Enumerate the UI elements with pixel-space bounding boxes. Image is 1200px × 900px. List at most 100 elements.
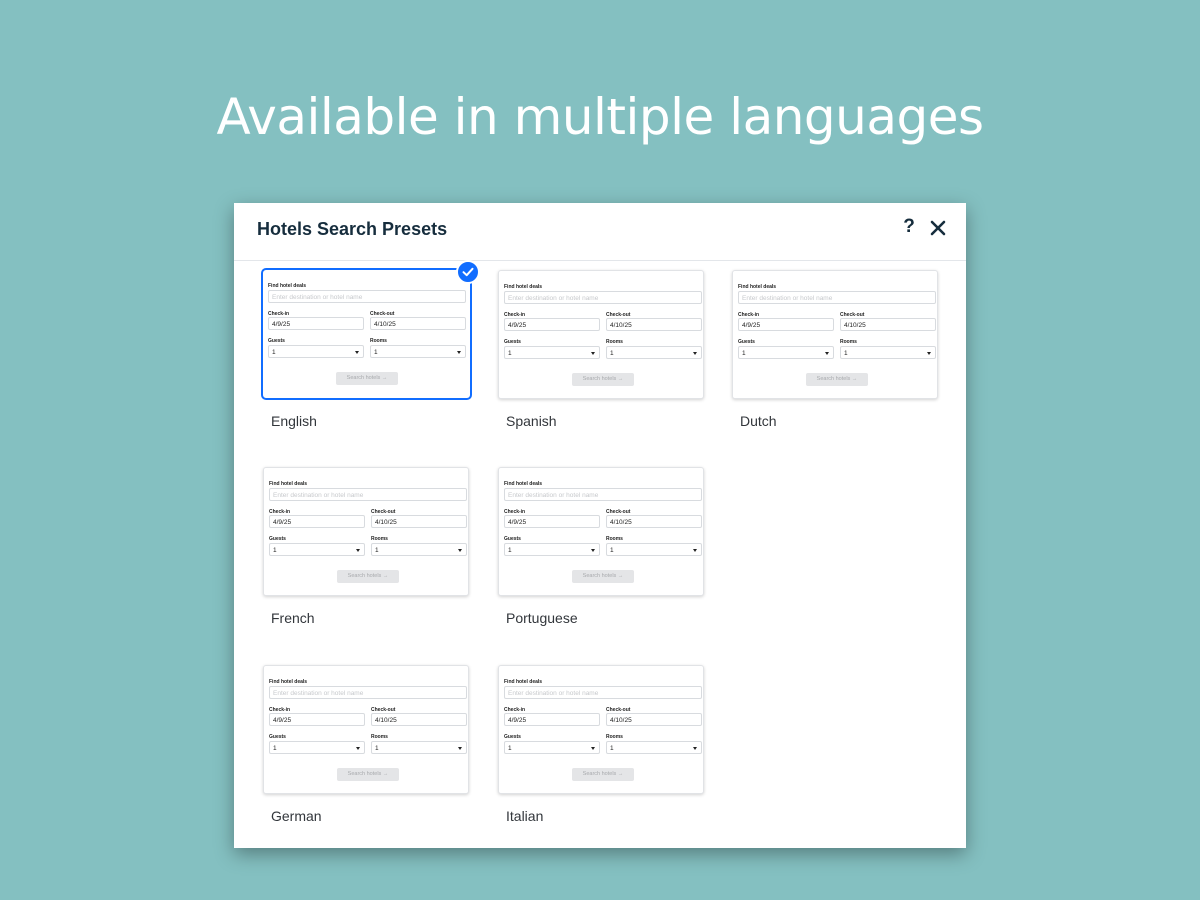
rooms-value: 1 [610, 547, 614, 554]
guests-value: 1 [272, 349, 276, 356]
preset-preview-card[interactable]: Find hotel deals Enter destination or ho… [498, 270, 704, 399]
find-deals-label: Find hotel deals [504, 679, 543, 685]
hotel-search-widget-preview: Find hotel deals Enter destination or ho… [503, 468, 702, 595]
guests-select: 1 [269, 543, 365, 556]
guests-value: 1 [508, 350, 512, 357]
guests-select: 1 [269, 741, 365, 754]
checkout-field: 4/10/25 [371, 713, 467, 726]
guests-select: 1 [268, 345, 364, 358]
preset-label[interactable]: French [271, 610, 315, 626]
guests-value: 1 [742, 350, 746, 357]
chevron-down-icon [457, 351, 461, 354]
search-hotels-button: Search hotels → [572, 768, 634, 781]
close-icon[interactable] [927, 217, 949, 239]
rooms-select: 1 [371, 543, 467, 556]
guests-select: 1 [738, 346, 834, 359]
preset-preview-card[interactable]: Find hotel deals Enter destination or ho… [498, 467, 704, 596]
hotel-search-widget-preview: Find hotel deals Enter destination or ho… [737, 271, 936, 398]
hotels-search-presets-modal: Hotels Search Presets ? Find hotel deals… [234, 203, 966, 848]
checkin-field: 4/9/25 [504, 515, 600, 528]
guests-label: Guests [269, 536, 286, 542]
checkout-field: 4/10/25 [606, 515, 702, 528]
preset-label[interactable]: German [271, 808, 322, 824]
rooms-select: 1 [606, 741, 702, 754]
guests-value: 1 [273, 547, 277, 554]
chevron-down-icon [458, 747, 462, 750]
guests-value: 1 [508, 745, 512, 752]
guests-label: Guests [504, 536, 521, 542]
preset-english[interactable]: Find hotel deals Enter destination or ho… [261, 260, 480, 429]
guests-label: Guests [269, 734, 286, 740]
search-hotels-button: Search hotels → [572, 570, 634, 583]
chevron-down-icon [591, 352, 595, 355]
preset-preview-card[interactable]: Find hotel deals Enter destination or ho… [263, 467, 469, 596]
guests-select: 1 [504, 543, 600, 556]
find-deals-label: Find hotel deals [269, 679, 308, 685]
find-deals-label: Find hotel deals [738, 284, 777, 290]
hotel-search-widget-preview: Find hotel deals Enter destination or ho… [267, 270, 466, 397]
find-deals-label: Find hotel deals [269, 481, 308, 487]
preset-label[interactable]: Spanish [506, 413, 557, 429]
destination-field: Enter destination or hotel name [269, 686, 467, 699]
preset-portuguese[interactable]: Find hotel deals Enter destination or ho… [498, 467, 704, 626]
help-icon[interactable]: ? [898, 216, 920, 242]
preset-preview-card[interactable]: Find hotel deals Enter destination or ho… [732, 270, 938, 399]
guests-value: 1 [508, 547, 512, 554]
destination-field: Enter destination or hotel name [738, 291, 936, 304]
rooms-label: Rooms [370, 338, 387, 344]
preset-spanish[interactable]: Find hotel deals Enter destination or ho… [498, 270, 704, 429]
chevron-down-icon [356, 549, 360, 552]
rooms-select: 1 [606, 346, 702, 359]
rooms-label: Rooms [606, 734, 623, 740]
preset-preview-card[interactable]: Find hotel deals Enter destination or ho… [263, 665, 469, 794]
preset-dutch[interactable]: Find hotel deals Enter destination or ho… [732, 270, 938, 429]
find-deals-label: Find hotel deals [268, 283, 307, 289]
preset-label[interactable]: Dutch [740, 413, 777, 429]
chevron-down-icon [825, 352, 829, 355]
checkin-field: 4/9/25 [504, 318, 600, 331]
rooms-label: Rooms [840, 339, 857, 345]
chevron-down-icon [458, 549, 462, 552]
chevron-down-icon [591, 549, 595, 552]
search-hotels-button: Search hotels → [336, 372, 398, 385]
preset-italian[interactable]: Find hotel deals Enter destination or ho… [498, 665, 704, 824]
preset-german[interactable]: Find hotel deals Enter destination or ho… [263, 665, 469, 824]
preset-label[interactable]: Italian [506, 808, 543, 824]
chevron-down-icon [356, 747, 360, 750]
guests-label: Guests [504, 734, 521, 740]
rooms-label: Rooms [606, 536, 623, 542]
chevron-down-icon [693, 747, 697, 750]
preset-french[interactable]: Find hotel deals Enter destination or ho… [263, 467, 469, 626]
headline: Available in multiple languages [216, 88, 984, 146]
rooms-label: Rooms [606, 339, 623, 345]
search-hotels-button: Search hotels → [572, 373, 634, 386]
hotel-search-widget-preview: Find hotel deals Enter destination or ho… [503, 271, 702, 398]
search-hotels-button: Search hotels → [337, 570, 399, 583]
chevron-down-icon [693, 352, 697, 355]
find-deals-label: Find hotel deals [504, 284, 543, 290]
rooms-select: 1 [371, 741, 467, 754]
search-hotels-button: Search hotels → [337, 768, 399, 781]
checkin-field: 4/9/25 [504, 713, 600, 726]
hotel-search-widget-preview: Find hotel deals Enter destination or ho… [268, 468, 467, 595]
chevron-down-icon [591, 747, 595, 750]
preset-preview-card[interactable]: Find hotel deals Enter destination or ho… [498, 665, 704, 794]
destination-field: Enter destination or hotel name [269, 488, 467, 501]
preset-preview-card[interactable]: Find hotel deals Enter destination or ho… [261, 260, 480, 400]
preset-label[interactable]: English [271, 413, 317, 429]
modal-title: Hotels Search Presets [257, 219, 448, 239]
checkin-field: 4/9/25 [269, 713, 365, 726]
rooms-select: 1 [370, 345, 466, 358]
rooms-value: 1 [375, 745, 379, 752]
guests-value: 1 [273, 745, 277, 752]
preset-label[interactable]: Portuguese [506, 610, 578, 626]
rooms-select: 1 [606, 543, 702, 556]
rooms-select: 1 [840, 346, 936, 359]
search-hotels-button: Search hotels → [806, 373, 868, 386]
chevron-down-icon [355, 351, 359, 354]
checkin-field: 4/9/25 [269, 515, 365, 528]
guests-label: Guests [268, 338, 285, 344]
destination-field: Enter destination or hotel name [504, 686, 702, 699]
chevron-down-icon [693, 549, 697, 552]
rooms-value: 1 [610, 745, 614, 752]
